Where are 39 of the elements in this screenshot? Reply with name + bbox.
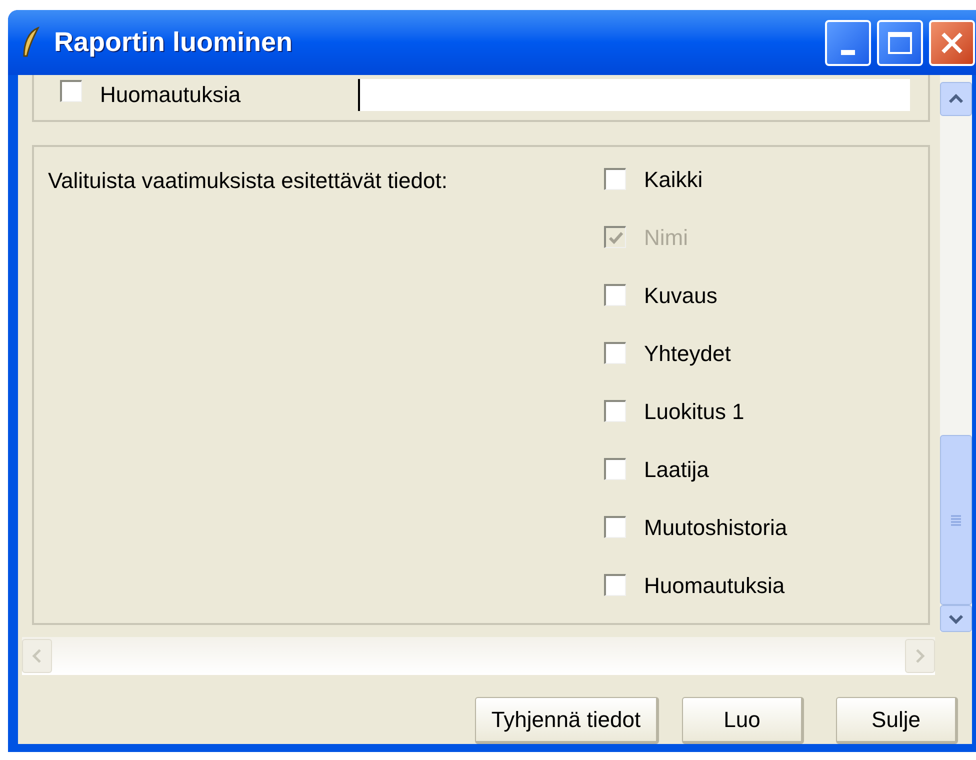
- vertical-scrollbar[interactable]: [940, 75, 972, 632]
- maximize-button[interactable]: [877, 20, 923, 66]
- checkbox-label: Nimi: [644, 224, 688, 252]
- checkbox-label: Kuvaus: [644, 282, 718, 310]
- dialog-button[interactable]: Sulje: [836, 697, 958, 744]
- checkbox-label: Huomautuksia: [644, 572, 785, 600]
- dialog-button[interactable]: Luo: [682, 697, 804, 744]
- checkbox[interactable]: [604, 516, 626, 538]
- chevron-up-icon: [948, 94, 964, 104]
- checkbox-label: Kaikki: [644, 166, 703, 194]
- checkmark-icon: [608, 230, 624, 244]
- checkbox[interactable]: [604, 458, 626, 480]
- checkbox-label: Muutoshistoria: [644, 514, 788, 542]
- section-label: Valituista vaatimuksista esitettävät tiedot:: [48, 168, 448, 193]
- checkbox-label: Luokitus 1: [644, 398, 744, 426]
- checkbox-label: Yhteydet: [644, 340, 731, 368]
- checkbox[interactable]: [60, 80, 82, 102]
- maximize-icon: [888, 32, 912, 54]
- dialog-button[interactable]: Tyhjennä tiedot: [475, 697, 659, 744]
- checkbox[interactable]: [604, 168, 626, 190]
- grip-icon: [950, 514, 962, 526]
- scroll-up-button[interactable]: [940, 82, 972, 116]
- scrollbar-thumb[interactable]: [940, 435, 972, 605]
- checkbox[interactable]: [604, 342, 626, 364]
- chevron-down-icon: [948, 614, 964, 624]
- minimize-button[interactable]: [825, 20, 871, 66]
- close-button[interactable]: [929, 20, 975, 66]
- scroll-down-button[interactable]: [940, 605, 972, 632]
- close-icon: [939, 30, 965, 56]
- checkbox-label: Laatija: [644, 456, 709, 484]
- chevron-left-icon: [32, 648, 42, 664]
- checkbox[interactable]: [604, 400, 626, 422]
- checkbox[interactable]: [604, 574, 626, 596]
- minimize-icon: [841, 50, 855, 54]
- checkbox[interactable]: [604, 284, 626, 306]
- chevron-right-icon: [915, 648, 925, 664]
- window-title: Raportin luominen: [54, 26, 292, 60]
- checkbox-label: Huomautuksia: [100, 81, 241, 109]
- text-field[interactable]: [358, 78, 910, 110]
